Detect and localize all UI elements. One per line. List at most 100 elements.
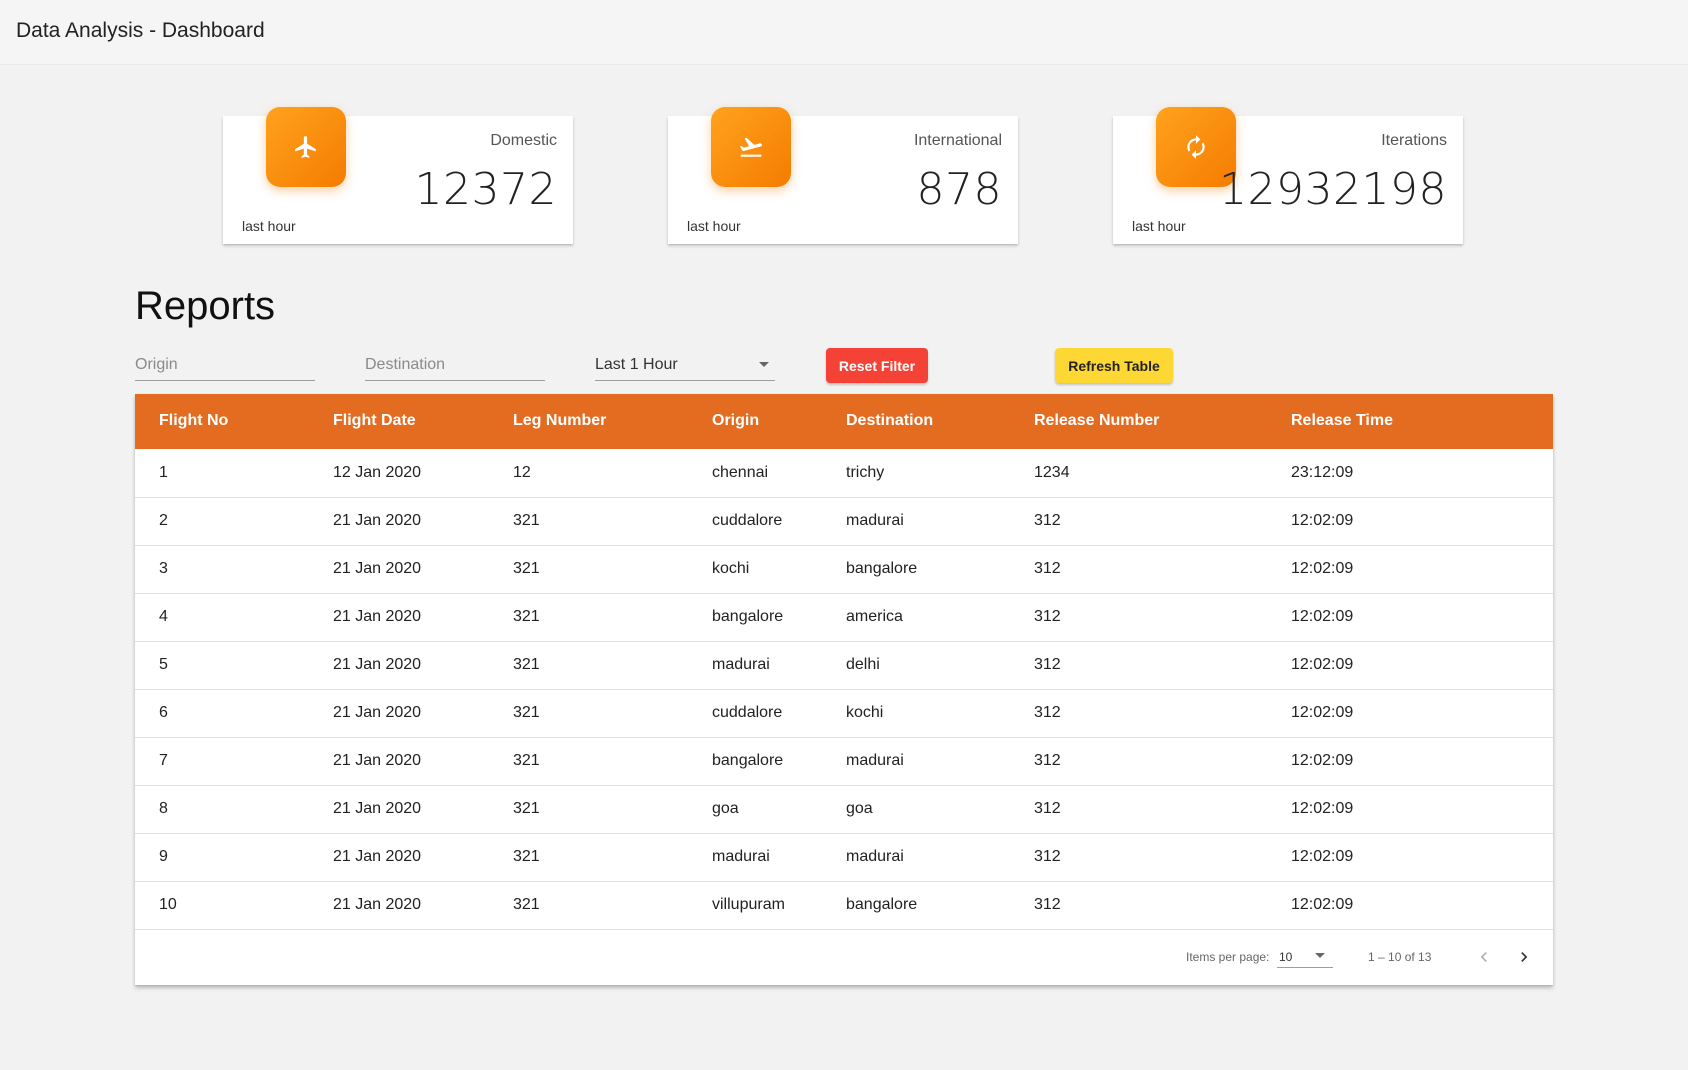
table-cell: 321 [513, 608, 540, 625]
table-row[interactable]: 5 21 Jan 2020 321 madurai delhi 312 12:02:09 [135, 641, 1553, 690]
table-cell: 312 [1034, 896, 1061, 913]
time-range-value: Last 1 Hour [595, 356, 678, 373]
table-cell: bangalore [712, 608, 784, 625]
column-header[interactable]: Flight Date [333, 412, 416, 430]
table-cell: delhi [846, 656, 880, 673]
table-row[interactable]: 6 21 Jan 2020 321 cuddalore kochi 312 12:02:09 [135, 689, 1553, 738]
chevron-right-icon [1521, 952, 1528, 962]
table-cell: 12 Jan 2020 [333, 464, 422, 481]
stat-footer: last hour [242, 218, 296, 234]
table-cell: 312 [1034, 512, 1061, 529]
table-cell: 321 [513, 800, 540, 817]
origin-field[interactable] [135, 352, 315, 381]
table-cell: bangalore [846, 560, 918, 577]
table-row[interactable]: 8 21 Jan 2020 321 goa goa 312 12:02:09 [135, 785, 1553, 834]
chevron-left-icon [1480, 952, 1487, 962]
table-cell: 12:02:09 [1291, 656, 1354, 673]
table-cell: cuddalore [712, 512, 783, 529]
column-header[interactable]: Flight No [159, 412, 228, 430]
table-cell: madurai [846, 512, 904, 529]
refresh-table-button[interactable]: Refresh Table [1055, 348, 1173, 383]
table-cell: 12:02:09 [1291, 512, 1354, 529]
table-row[interactable]: 10 21 Jan 2020 321 villupuram bangalore 312 12… [135, 881, 1553, 930]
stat-label: International [913, 132, 1002, 149]
stat-label: Iterations [1381, 132, 1447, 149]
dropdown-arrow-icon [1315, 953, 1325, 958]
flights-table: Flight No Flight Date Leg Number Origin … [135, 394, 1553, 985]
table-header: Flight No Flight Date Leg Number Origin … [135, 394, 1553, 449]
table-cell: kochi [712, 560, 750, 577]
items-per-page-label: Items per page: [1186, 950, 1270, 964]
table-cell: kochi [846, 704, 884, 721]
reset-filter-button[interactable]: Reset Filter [826, 348, 928, 383]
table-cell: 21 Jan 2020 [333, 512, 422, 529]
page-range-label: 1 – 10 of 13 [1368, 950, 1432, 964]
table-cell: 5 [159, 656, 168, 673]
table-row[interactable]: 4 21 Jan 2020 321 bangalore america 312 12:02:… [135, 593, 1553, 642]
table-cell: 321 [513, 704, 540, 721]
flight-takeoff-icon [711, 107, 791, 187]
previous-page-button[interactable] [1468, 941, 1500, 973]
table-cell: 312 [1034, 848, 1061, 865]
table-row[interactable]: 9 21 Jan 2020 321 madurai madurai 312 12:02:09 [135, 833, 1553, 882]
column-header[interactable]: Origin [712, 412, 759, 430]
table-cell: 321 [513, 848, 540, 865]
stat-value: 878 [916, 164, 1002, 215]
table-cell: 10 [159, 896, 177, 913]
table-cell: 3 [159, 560, 168, 577]
table-cell: chennai [712, 464, 769, 481]
table-cell: 321 [513, 512, 540, 529]
table-cell: goa [712, 800, 739, 817]
origin-input[interactable] [135, 352, 315, 378]
airplane-icon [266, 107, 346, 187]
table-row[interactable]: 2 21 Jan 2020 321 cuddalore madurai 312 12:02:… [135, 497, 1553, 546]
destination-input[interactable] [365, 352, 545, 378]
stat-label: Domestic [490, 132, 557, 149]
reports-heading: Reports [135, 284, 276, 328]
column-header[interactable]: Release Time [1291, 412, 1393, 430]
app-title: Data Analysis - Dashboard [16, 19, 265, 42]
paginator: Items per page: 10 1 – 10 of 13 [135, 929, 1553, 985]
stat-footer: last hour [687, 218, 741, 234]
table-cell: 21 Jan 2020 [333, 560, 422, 577]
table-cell: 21 Jan 2020 [333, 752, 422, 769]
table-cell: 8 [159, 800, 168, 817]
table-cell: 12:02:09 [1291, 896, 1354, 913]
table-cell: 312 [1034, 560, 1061, 577]
table-cell: 2 [159, 512, 168, 529]
table-row[interactable]: 7 21 Jan 2020 321 bangalore madurai 312 12:02:… [135, 737, 1553, 786]
destination-field[interactable] [365, 352, 545, 381]
table-cell: 12:02:09 [1291, 800, 1354, 817]
table-cell: madurai [712, 656, 770, 673]
items-per-page-select[interactable]: 10 [1277, 945, 1333, 968]
table-cell: 4 [159, 608, 168, 625]
next-page-button[interactable] [1508, 941, 1540, 973]
table-cell: 12:02:09 [1291, 608, 1354, 625]
stat-value: 12372 [414, 164, 557, 215]
table-cell: 9 [159, 848, 168, 865]
table-row[interactable]: 1 12 Jan 2020 12 chennai trichy 1234 23:12:09 [135, 449, 1553, 498]
time-range-select[interactable]: Last 1 Hour [595, 352, 775, 381]
table-cell: 12:02:09 [1291, 752, 1354, 769]
table-cell: 12 [513, 464, 531, 481]
column-header[interactable]: Release Number [1034, 412, 1159, 430]
table-cell: 21 Jan 2020 [333, 608, 422, 625]
table-cell: 12:02:09 [1291, 848, 1354, 865]
table-cell: 21 Jan 2020 [333, 848, 422, 865]
dropdown-arrow-icon [759, 362, 769, 367]
column-header[interactable]: Destination [846, 412, 933, 430]
table-cell: madurai [846, 752, 904, 769]
stat-value: 12932198 [1219, 164, 1447, 215]
table-cell: villupuram [712, 896, 785, 913]
table-cell: 312 [1034, 608, 1061, 625]
table-cell: 321 [513, 752, 540, 769]
stat-card-international: International 878 last hour [668, 107, 1018, 244]
table-row[interactable]: 3 21 Jan 2020 321 kochi bangalore 312 12:02:09 [135, 545, 1553, 594]
table-cell: trichy [846, 464, 885, 481]
column-header[interactable]: Leg Number [513, 412, 606, 430]
table-cell: 21 Jan 2020 [333, 704, 422, 721]
table-cell: 1234 [1034, 464, 1070, 481]
table-cell: 23:12:09 [1291, 464, 1354, 481]
table-cell: 312 [1034, 704, 1061, 721]
items-per-page-value: 10 [1279, 950, 1293, 964]
